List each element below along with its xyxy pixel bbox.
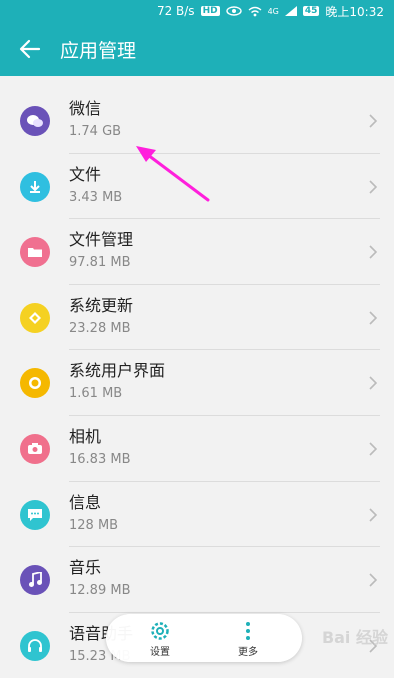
music-icon — [20, 565, 50, 596]
signal-4g-label: 4G — [267, 6, 279, 16]
app-bar: 应用管理 — [0, 22, 394, 76]
more-vertical-icon — [246, 621, 250, 640]
chevron-right-icon — [369, 245, 378, 259]
chevron-right-icon — [369, 376, 378, 390]
page-title: 应用管理 — [60, 39, 137, 62]
hd-icon: HD — [200, 6, 220, 16]
system-ui-icon — [20, 368, 50, 399]
app-row[interactable]: 文件管理 97.81 MB — [0, 219, 394, 285]
app-name: 文件管理 — [69, 230, 134, 250]
app-row[interactable]: 信息 128 MB — [0, 482, 394, 548]
app-row[interactable]: 系统更新 23.28 MB — [0, 285, 394, 351]
chevron-right-icon — [369, 114, 378, 128]
app-name: 微信 — [69, 99, 102, 118]
eye-icon — [225, 6, 242, 16]
app-size: 12.89 MB — [69, 583, 131, 599]
app-name: 系统更新 — [69, 295, 134, 315]
camera-icon — [20, 433, 50, 464]
wechat-icon — [20, 106, 50, 136]
floating-dock: 设置 更多 — [106, 614, 302, 662]
signal-icon — [284, 6, 297, 16]
watermark: Bai 经验 — [321, 628, 388, 647]
settings-icon — [151, 621, 169, 640]
settings-button[interactable]: 设置 — [148, 619, 172, 658]
message-icon — [20, 499, 50, 530]
app-name: 信息 — [69, 492, 102, 512]
app-row[interactable]: 相机 16.83 MB — [0, 416, 394, 482]
app-size: 128 MB — [69, 517, 119, 533]
chevron-right-icon — [369, 311, 378, 325]
annotation-arrow — [136, 146, 210, 202]
clock: 晚上10:32 — [325, 4, 384, 19]
wifi-icon — [248, 6, 262, 16]
app-size: 1.61 MB — [69, 386, 123, 402]
status-bar: 72 B/s HD 4G 45 晚上10:32 — [0, 0, 394, 22]
app-name: 文件 — [69, 164, 102, 184]
app-size: 3.43 MB — [69, 189, 123, 205]
battery-icon: 45 — [302, 6, 320, 16]
download-icon — [20, 171, 50, 202]
app-row[interactable]: 音乐 12.89 MB — [0, 547, 394, 613]
back-button[interactable] — [0, 22, 60, 76]
app-size: 97.81 MB — [69, 255, 131, 271]
app-name: 相机 — [69, 426, 102, 446]
more-label: 更多 — [238, 646, 258, 658]
chevron-right-icon — [369, 573, 378, 587]
app-name: 系统用户界面 — [69, 361, 166, 381]
system-update-icon — [20, 302, 50, 333]
app-row[interactable]: 系统用户界面 1.61 MB — [0, 350, 394, 416]
settings-label: 设置 — [150, 646, 170, 658]
app-name: 音乐 — [69, 558, 102, 578]
app-size: 1.74 GB — [69, 124, 122, 139]
app-size: 23.28 MB — [69, 320, 131, 336]
back-arrow-icon — [19, 39, 41, 59]
network-speed: 72 B/s — [156, 4, 195, 18]
chevron-right-icon — [369, 180, 378, 194]
folder-icon — [20, 237, 50, 268]
headset-icon — [20, 630, 50, 661]
more-button[interactable]: 更多 — [236, 619, 260, 658]
app-size: 16.83 MB — [69, 451, 131, 467]
chevron-right-icon — [369, 442, 378, 456]
chevron-right-icon — [369, 507, 378, 522]
